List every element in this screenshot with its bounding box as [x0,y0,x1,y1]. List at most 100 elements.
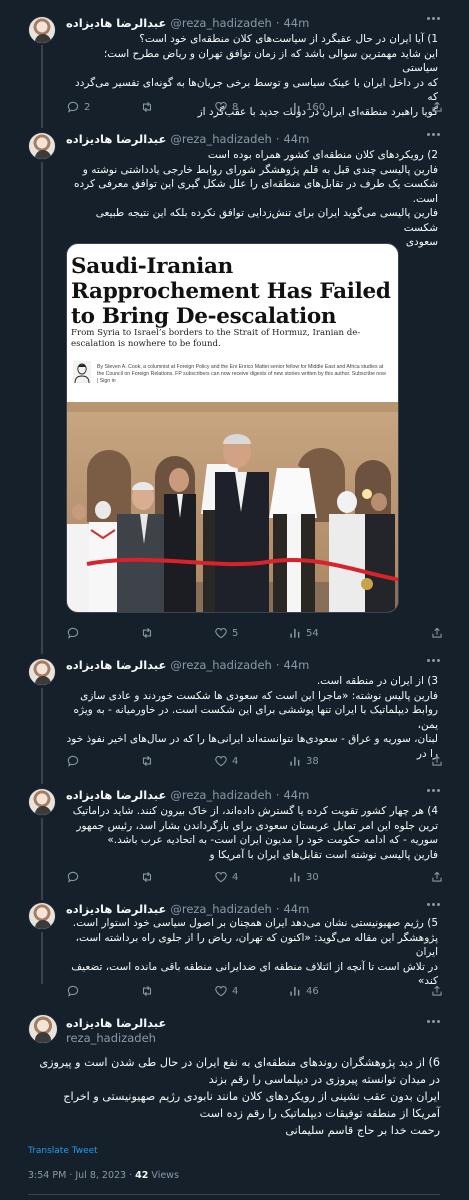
timestamp-text[interactable]: 3:54 PM · Jul 8, 2023 · [28,1170,135,1181]
like-button[interactable]: 4 [214,984,238,998]
share-icon [432,101,442,112]
avatar[interactable] [28,902,56,930]
tweet-header: عبدالرضا هادیزاده @reza_hadizadeh · 44m [66,658,310,672]
retweet-button[interactable] [140,626,158,640]
author-portrait-icon [73,361,91,383]
more-options-icon[interactable] [427,903,441,909]
author-name[interactable]: عبدالرضا هادیزاده [66,132,166,146]
views-icon [290,872,300,882]
share-button[interactable] [430,984,444,998]
share-button[interactable] [430,870,444,884]
share-icon [432,755,442,766]
more-options-icon[interactable] [427,17,441,23]
share-button[interactable] [430,100,444,114]
tweet-actions: 5 54 [66,626,446,642]
tweet-time[interactable]: 44m [283,16,309,30]
tweet-text: 6) از دید پژوهشگران روندهای منطقه‌ای به … [39,1056,440,1137]
more-options-icon[interactable] [427,789,441,795]
heart-icon [215,986,227,997]
share-icon [432,627,442,638]
author-handle[interactable]: @reza_hadizadeh [170,658,271,672]
article-subheadline: From Syria to Israel’s borders to the St… [71,328,361,349]
tweet-header: عبدالرضا هادیزاده @reza_hadizadeh · 44m [66,132,310,146]
retweet-icon [142,101,152,113]
tweet-time[interactable]: 44m [283,902,309,916]
heart-icon [215,872,227,883]
author-name[interactable]: عبدالرضا هادیزاده [66,1016,166,1031]
views-button[interactable]: 54 [288,626,319,640]
thread-tweet-2[interactable]: عبدالرضا هادیزاده @reza_hadizadeh · 44m … [0,130,469,650]
author-name[interactable]: عبدالرضا هادیزاده [66,658,166,672]
author-name[interactable]: عبدالرضا هادیزاده [66,16,166,30]
more-options-icon[interactable] [427,133,441,139]
author-name[interactable]: عبدالرضا هادیزاده [66,902,166,916]
views-icon [290,756,300,766]
views-icon [290,102,300,112]
reply-button[interactable] [66,754,84,768]
retweet-button[interactable] [140,870,158,884]
tweet-actions: 4 30 [66,870,446,886]
heart-icon [215,102,227,113]
avatar[interactable] [28,788,56,816]
article-headline: Saudi-Iranian Rapprochement Has Failed t… [71,254,391,329]
views-button[interactable]: 160 [288,100,325,114]
reply-icon [67,985,79,997]
author-name[interactable]: عبدالرضا هادیزاده [66,788,166,802]
author-handle[interactable]: @reza_hadizadeh [170,132,271,146]
tweet-timestamp: 3:54 PM · Jul 8, 2023 · 42 Views [28,1170,179,1181]
views-button[interactable]: 30 [288,870,319,884]
author-handle[interactable]: @reza_hadizadeh [170,902,271,916]
more-options-icon[interactable] [427,659,441,665]
translate-tweet-link[interactable]: Translate Tweet [28,1146,98,1156]
article-image[interactable]: Saudi-Iranian Rapprochement Has Failed t… [66,243,399,613]
tweet-header: عبدالرضا هادیزاده reza_hadizadeh [66,1016,166,1046]
thread-tweet-3[interactable]: عبدالرضا هادیزاده @reza_hadizadeh · 44m … [0,656,469,780]
avatar[interactable] [28,132,56,160]
reply-button[interactable]: 2 [66,100,90,114]
thread-tweet-4[interactable]: عبدالرضا هادیزاده @reza_hadizadeh · 44m … [0,786,469,896]
share-icon [432,985,442,996]
heart-icon [215,628,227,639]
avatar[interactable] [28,658,56,686]
tweet-text: 3) از ایران در منطقه است. فارین پالیس نو… [66,675,438,760]
more-options-icon[interactable] [427,1020,441,1026]
retweet-button[interactable] [140,754,158,768]
views-icon [290,986,300,996]
views-count: 42 [135,1170,149,1181]
retweet-icon [142,755,152,767]
retweet-button[interactable] [140,984,158,998]
tweet-time[interactable]: 44m [283,788,309,802]
reply-button[interactable] [66,870,84,884]
retweet-button[interactable] [140,100,158,114]
share-button[interactable] [430,754,444,768]
reply-button[interactable] [66,626,84,640]
tweet-time[interactable]: 44m [283,658,309,672]
views-button[interactable]: 38 [288,754,319,768]
thread-tweet-5[interactable]: عبدالرضا هادیزاده @reza_hadizadeh · 44m … [0,900,469,1000]
tweet-text: 4) هر چهار کشور تقویت کرده یا گسترش داده… [72,805,438,861]
tweet-actions: 2 8 160 [66,100,446,116]
like-button[interactable]: 4 [214,870,238,884]
like-button[interactable]: 5 [214,626,238,640]
tweet-header: عبدالرضا هادیزاده @reza_hadizadeh · 44m [66,788,310,802]
views-button[interactable]: 46 [288,984,319,998]
author-handle[interactable]: @reza_hadizadeh [170,788,271,802]
tweet-text: 2) رویکردهای کلان منطقه‌ای کشور همراه بو… [73,149,438,248]
like-button[interactable]: 8 [214,100,238,114]
reply-button[interactable] [66,984,84,998]
avatar[interactable] [28,16,56,44]
avatar[interactable] [28,1014,58,1044]
reply-icon [67,101,79,113]
divider [28,1194,440,1195]
views-icon [290,628,300,638]
heart-icon [215,756,227,767]
share-button[interactable] [430,626,444,640]
retweet-icon [142,627,152,639]
tweet-time[interactable]: 44m [283,132,309,146]
like-button[interactable]: 4 [214,754,238,768]
tweet-actions: 4 46 [66,984,446,1000]
author-handle[interactable]: @reza_hadizadeh [170,16,271,30]
reply-icon [67,627,79,639]
author-handle[interactable]: reza_hadizadeh [66,1031,166,1046]
thread-tweet-1[interactable]: عبدالرضا هادیزاده @reza_hadizadeh · 44m … [0,14,469,124]
